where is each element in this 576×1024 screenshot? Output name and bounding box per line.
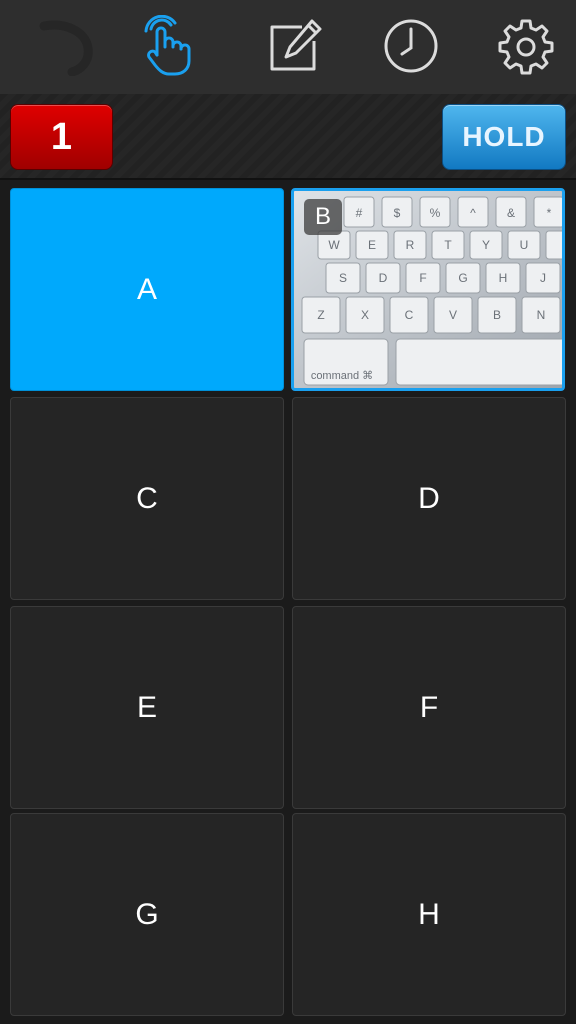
key-label: C [405, 308, 414, 322]
key-label: % [430, 206, 441, 220]
key-label: W [328, 238, 340, 252]
key-label: J [540, 271, 546, 285]
key-label: $ [394, 206, 401, 220]
key-label: Y [482, 238, 490, 252]
key-label: B [493, 308, 501, 322]
tile-label: A [136, 272, 157, 306]
touch-button[interactable] [139, 14, 203, 78]
tile-a[interactable]: A [10, 188, 284, 391]
key-label: T [444, 238, 452, 252]
clock-icon [384, 19, 438, 73]
key-label: R [406, 238, 415, 252]
tile-b[interactable]: # $ % ^ & * W E R T Y U S D F G H J Z X … [291, 188, 565, 391]
key-label: # [356, 206, 363, 220]
tile-label: F [419, 690, 439, 724]
hold-button[interactable]: HOLD [442, 104, 566, 170]
key-label: V [449, 308, 457, 322]
tile-label: H [418, 897, 440, 931]
key-label: G [458, 271, 467, 285]
settings-button[interactable] [494, 14, 558, 78]
tile-label: G [135, 897, 159, 931]
key-label: X [361, 308, 369, 322]
key-label: F [419, 271, 426, 285]
tile-label: D [418, 481, 440, 515]
top-toolbar [0, 0, 576, 94]
tile-f[interactable]: F [292, 606, 566, 809]
edit-button[interactable] [263, 14, 327, 78]
touch-hand-icon [144, 15, 191, 76]
tile-g[interactable]: G [10, 813, 284, 1016]
back-button[interactable] [35, 14, 99, 78]
status-bar: 1 HOLD [0, 94, 576, 180]
key-label: H [499, 271, 508, 285]
key-label: D [379, 271, 388, 285]
key-label: S [339, 271, 347, 285]
tile-b-badge: B [304, 199, 342, 235]
tile-e[interactable]: E [10, 606, 284, 809]
tile-c[interactable]: C [10, 397, 284, 600]
key-label: U [520, 238, 529, 252]
edit-icon [270, 19, 322, 71]
tile-h[interactable]: H [292, 813, 566, 1016]
gear-icon [498, 19, 554, 75]
tile-d[interactable]: D [292, 397, 566, 600]
back-arrow-icon [39, 20, 93, 76]
key-label: & [507, 206, 515, 220]
tile-label: E [136, 690, 157, 724]
tile-label: C [136, 481, 158, 515]
key-label: ^ [470, 206, 476, 220]
key-label: N [537, 308, 546, 322]
key-label: command ⌘ [311, 370, 373, 382]
counter-badge[interactable]: 1 [10, 104, 113, 170]
key-label: E [368, 238, 376, 252]
key-label: * [547, 206, 552, 220]
key-label: Z [317, 308, 324, 322]
history-button[interactable] [379, 14, 443, 78]
